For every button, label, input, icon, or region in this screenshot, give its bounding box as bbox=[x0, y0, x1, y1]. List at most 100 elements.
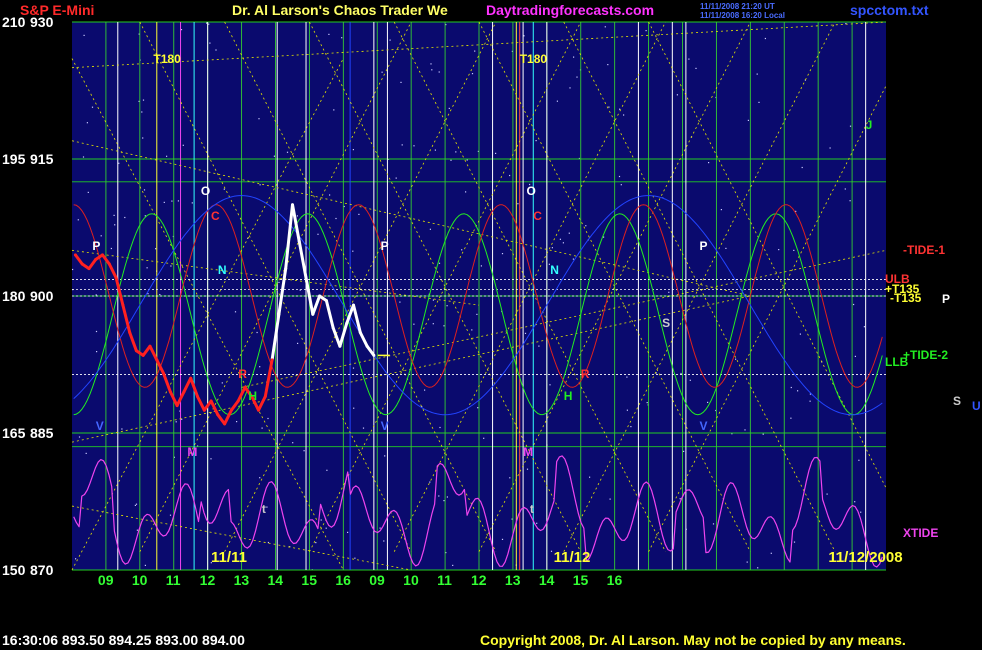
price-point bbox=[257, 408, 260, 412]
background-speck bbox=[549, 384, 551, 386]
background-speck bbox=[844, 188, 846, 190]
right-side-label: U bbox=[972, 398, 981, 413]
background-speck bbox=[221, 382, 223, 384]
background-speck bbox=[296, 215, 298, 217]
price-point bbox=[223, 422, 227, 426]
background-speck bbox=[144, 564, 146, 566]
cycle-annotation: P bbox=[699, 238, 708, 253]
background-speck bbox=[267, 417, 269, 420]
price-point bbox=[304, 276, 308, 280]
background-speck bbox=[509, 477, 511, 479]
background-speck bbox=[208, 23, 210, 25]
background-speck bbox=[432, 299, 434, 301]
cycle-annotation: O bbox=[200, 183, 211, 198]
background-speck bbox=[171, 200, 173, 202]
background-speck bbox=[353, 407, 355, 409]
background-speck bbox=[747, 119, 749, 121]
price-point bbox=[311, 312, 315, 316]
background-speck bbox=[87, 191, 89, 193]
x-axis-tick-label: 10 bbox=[131, 572, 148, 588]
price-point bbox=[284, 267, 288, 271]
price-point bbox=[114, 276, 118, 280]
price-point bbox=[243, 385, 247, 389]
background-speck bbox=[328, 33, 330, 35]
price-point bbox=[101, 253, 104, 257]
background-speck bbox=[395, 177, 397, 179]
background-speck bbox=[448, 107, 450, 109]
background-speck bbox=[576, 76, 578, 78]
background-speck bbox=[354, 557, 356, 559]
background-speck bbox=[121, 428, 123, 430]
background-speck bbox=[793, 249, 795, 251]
background-speck bbox=[538, 345, 540, 347]
background-speck bbox=[695, 67, 697, 69]
right-side-label: +TIDE-2 bbox=[903, 348, 949, 363]
right-side-label: -T135 bbox=[890, 290, 922, 305]
background-speck bbox=[524, 332, 527, 334]
price-point bbox=[141, 353, 145, 357]
y-axis-right-value: 870 bbox=[30, 562, 54, 578]
y-axis-right-value: 885 bbox=[30, 425, 54, 441]
background-speck bbox=[608, 106, 610, 108]
background-speck bbox=[680, 372, 682, 375]
background-speck bbox=[849, 200, 851, 202]
background-speck bbox=[401, 144, 403, 146]
right-side-label: S bbox=[953, 394, 962, 409]
x-axis-tick-label: 14 bbox=[538, 572, 555, 588]
background-speck bbox=[223, 188, 225, 190]
background-speck bbox=[799, 333, 801, 335]
background-speck bbox=[317, 233, 319, 235]
background-speck bbox=[569, 87, 571, 89]
background-speck bbox=[477, 407, 479, 409]
background-speck bbox=[790, 417, 792, 419]
background-speck bbox=[91, 106, 94, 108]
background-speck bbox=[725, 247, 727, 249]
background-speck bbox=[258, 118, 260, 120]
background-speck bbox=[626, 376, 628, 378]
cycle-annotation: C bbox=[211, 208, 220, 223]
background-speck bbox=[438, 71, 440, 73]
background-speck bbox=[746, 561, 748, 563]
background-speck bbox=[82, 156, 85, 158]
background-speck bbox=[573, 56, 575, 58]
cycle-annotation: V bbox=[95, 418, 104, 433]
background-speck bbox=[630, 426, 632, 428]
background-speck bbox=[210, 458, 212, 460]
background-speck bbox=[75, 558, 77, 560]
background-speck bbox=[326, 469, 328, 471]
background-speck bbox=[707, 401, 709, 403]
background-speck bbox=[72, 268, 74, 271]
background-speck bbox=[236, 421, 238, 423]
background-speck bbox=[100, 235, 102, 237]
background-speck bbox=[863, 326, 865, 328]
background-speck bbox=[431, 69, 433, 71]
x-axis-tick-label: 11 bbox=[165, 572, 181, 588]
background-speck bbox=[797, 390, 799, 392]
background-speck bbox=[399, 301, 401, 303]
background-speck bbox=[209, 42, 211, 44]
background-speck bbox=[720, 209, 722, 211]
background-speck bbox=[619, 108, 621, 110]
background-speck bbox=[358, 213, 360, 215]
x-axis-tick-label: 09 bbox=[97, 572, 114, 588]
background-speck bbox=[446, 496, 448, 498]
price-point bbox=[182, 390, 186, 394]
price-point bbox=[291, 203, 294, 207]
background-speck bbox=[292, 442, 294, 444]
background-speck bbox=[646, 402, 648, 404]
background-speck bbox=[142, 99, 145, 101]
background-speck bbox=[526, 468, 529, 470]
background-speck bbox=[854, 355, 856, 357]
background-speck bbox=[78, 436, 81, 438]
cycle-annotation: M bbox=[187, 445, 198, 460]
background-speck bbox=[438, 262, 441, 264]
background-speck bbox=[286, 151, 289, 153]
background-speck bbox=[551, 247, 553, 249]
background-speck bbox=[259, 366, 261, 368]
background-speck bbox=[476, 313, 478, 315]
price-point bbox=[189, 376, 193, 380]
background-speck bbox=[124, 216, 126, 219]
x-axis-tick-label: 13 bbox=[233, 572, 250, 588]
y-axis-left-value: 180 bbox=[2, 288, 26, 304]
cycle-annotation: H bbox=[248, 389, 258, 404]
